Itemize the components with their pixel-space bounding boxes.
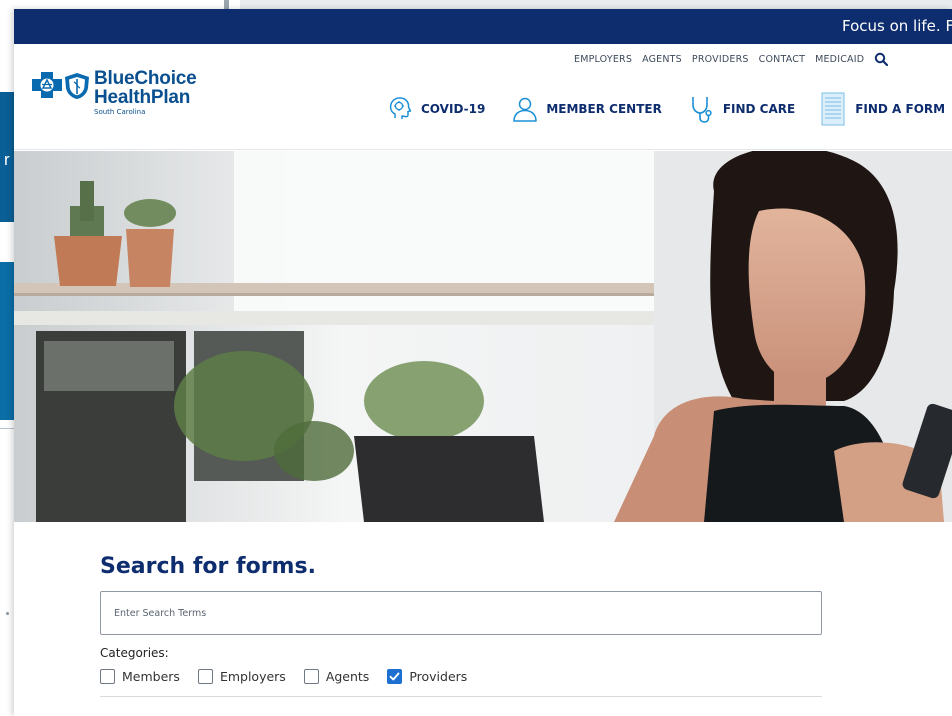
nav-label-covid-19: COVID-19 bbox=[421, 102, 486, 116]
stethoscope-icon bbox=[688, 95, 716, 123]
banner-tagline: Focus on life. Foc bbox=[842, 17, 952, 35]
nav-member-center[interactable]: MEMBER CENTER bbox=[511, 95, 662, 123]
category-label-agents: Agents bbox=[325, 669, 370, 684]
category-label-providers: Providers bbox=[409, 669, 468, 684]
document-icon bbox=[821, 92, 845, 126]
utility-link-contact[interactable]: CONTACT bbox=[759, 54, 805, 65]
nav-label-member-center: MEMBER CENTER bbox=[546, 102, 662, 116]
logo-line-1: BlueChoice bbox=[94, 68, 197, 89]
person-icon bbox=[511, 95, 539, 123]
utility-link-providers[interactable]: PROVIDERS bbox=[692, 54, 749, 65]
nav-find-a-form[interactable]: FIND A FORM bbox=[821, 92, 945, 126]
category-members[interactable]: Members bbox=[100, 669, 180, 684]
hero-image bbox=[14, 151, 952, 522]
category-providers[interactable]: Providers bbox=[387, 669, 467, 684]
category-employers[interactable]: Employers bbox=[197, 669, 286, 684]
category-filters: Members Employers Agents Providers bbox=[100, 669, 840, 684]
main-nav: COVID-19 MEMBER CENTER FIND CARE FIND A … bbox=[386, 92, 952, 126]
bluechoice-logo[interactable]: BlueChoice HealthPlan South Carolina bbox=[32, 69, 197, 116]
search-box[interactable] bbox=[100, 591, 822, 635]
checkbox-providers[interactable] bbox=[387, 669, 403, 684]
checkbox-members[interactable] bbox=[100, 669, 115, 684]
background-divider bbox=[0, 428, 14, 429]
covid-head-icon bbox=[386, 95, 414, 123]
site-header: EMPLOYERS AGENTS PROVIDERS CONTACT MEDIC… bbox=[14, 44, 952, 150]
nav-find-care[interactable]: FIND CARE bbox=[688, 95, 795, 123]
nav-covid-19[interactable]: COVID-19 bbox=[386, 95, 485, 123]
website-window: Focus on life. Foc EMPLOYERS AGENTS PROV… bbox=[14, 9, 952, 716]
category-agents[interactable]: Agents bbox=[303, 669, 370, 684]
search-title: Search for forms. bbox=[100, 554, 316, 579]
background-panel-blue bbox=[0, 262, 14, 420]
utility-nav: EMPLOYERS AGENTS PROVIDERS CONTACT MEDIC… bbox=[574, 52, 889, 67]
category-label-employers: Employers bbox=[219, 669, 286, 684]
background-dot bbox=[6, 612, 9, 615]
nav-label-find-a-form: FIND A FORM bbox=[855, 102, 946, 116]
utility-link-agents[interactable]: AGENTS bbox=[642, 54, 682, 65]
utility-link-employers[interactable]: EMPLOYERS bbox=[574, 54, 632, 65]
top-banner: Focus on life. Foc bbox=[14, 9, 952, 44]
blue-cross-icon bbox=[32, 72, 62, 98]
checkmark-icon bbox=[389, 672, 400, 681]
section-divider bbox=[100, 696, 822, 697]
form-search-section: Search for forms. Categories: Members Em… bbox=[100, 554, 840, 697]
nav-label-find-care: FIND CARE bbox=[722, 102, 796, 116]
checkbox-employers[interactable] bbox=[197, 669, 213, 684]
blue-shield-icon bbox=[65, 73, 89, 99]
logo-wordmark: BlueChoice HealthPlan South Carolina bbox=[94, 69, 197, 116]
background-panel-dark: r bbox=[0, 92, 14, 222]
logo-line-3: South Carolina bbox=[94, 108, 146, 116]
logo-marks bbox=[32, 72, 90, 100]
logo-line-2: HealthPlan bbox=[94, 87, 191, 108]
checkbox-agents[interactable] bbox=[303, 669, 319, 684]
utility-link-medicaid[interactable]: MEDICAID bbox=[815, 54, 864, 65]
category-label-members: Members bbox=[122, 669, 180, 684]
categories-label: Categories: bbox=[100, 646, 169, 660]
search-icon[interactable] bbox=[874, 52, 889, 67]
search-input[interactable] bbox=[114, 607, 821, 619]
